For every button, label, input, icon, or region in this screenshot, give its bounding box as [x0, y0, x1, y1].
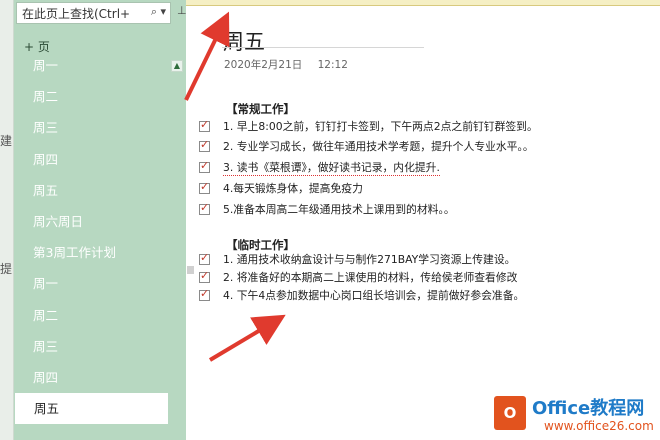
onenote-window: 建 提 在此页上查找(Ctrl+ ⌕ ▾ ⊥ + 页 周一 周二 周三 周四 周五 周六周…: [0, 0, 660, 440]
annotation-arrow: [184, 11, 230, 101]
watermark-url: www.office26.com: [544, 419, 654, 433]
annotation-arrow: [208, 314, 286, 362]
watermark: O Office教程网 www.office26.com: [494, 392, 660, 440]
office-logo-icon: O: [494, 396, 526, 430]
watermark-title: Office教程网: [532, 398, 645, 419]
annotation-arrows: [184, 11, 286, 362]
